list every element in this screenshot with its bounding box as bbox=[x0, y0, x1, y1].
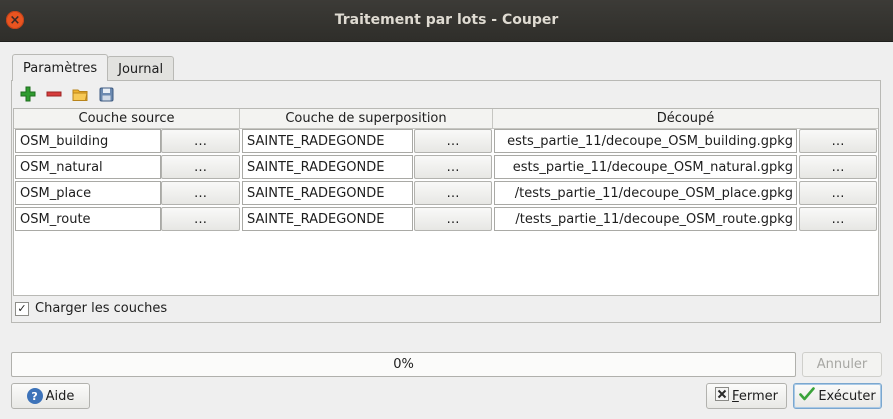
close-x-icon bbox=[715, 387, 730, 405]
help-button[interactable]: ? Aide bbox=[11, 383, 90, 409]
browse-output-button[interactable]: … bbox=[799, 155, 877, 179]
table-row: OSM_building … SAINTE_RADEGONDE … ests_p… bbox=[14, 129, 878, 155]
batch-toolbar bbox=[18, 85, 116, 103]
browse-overlay-button[interactable]: … bbox=[414, 155, 492, 179]
add-row-icon[interactable] bbox=[18, 85, 38, 103]
browse-output-button[interactable]: … bbox=[799, 181, 877, 205]
parameters-panel: Couche source Couche de superposition Dé… bbox=[11, 80, 881, 323]
output-path-text: ests_partie_11/decoupe_OSM_natural.gpkg bbox=[512, 159, 793, 175]
run-button[interactable]: Exécuter bbox=[793, 383, 882, 409]
output-path-text: /tests_partie_11/decoupe_OSM_route.gpkg bbox=[515, 211, 793, 227]
table-row: OSM_place … SAINTE_RADEGONDE … /tests_pa… bbox=[14, 181, 878, 207]
output-path-text: ests_partie_11/decoupe_OSM_building.gpkg bbox=[507, 133, 793, 149]
browse-source-button[interactable]: … bbox=[161, 181, 240, 205]
help-icon: ? bbox=[26, 388, 43, 404]
cancel-button-label: Annuler bbox=[816, 357, 868, 372]
close-button[interactable]: Fermer bbox=[706, 383, 787, 409]
tab-journal-label: Journal bbox=[118, 61, 164, 77]
output-path-field[interactable]: /tests_partie_11/decoupe_OSM_place.gpkg bbox=[494, 181, 797, 205]
output-path-text: /tests_partie_11/decoupe_OSM_place.gpkg bbox=[514, 185, 793, 201]
close-button-label: Fermer bbox=[732, 388, 778, 404]
tab-parametres[interactable]: Paramètres bbox=[12, 54, 109, 81]
overlay-layer-field[interactable]: SAINTE_RADEGONDE bbox=[242, 181, 413, 205]
load-layers-option[interactable]: ✓ Charger les couches bbox=[15, 301, 167, 316]
tab-parametres-label: Paramètres bbox=[23, 60, 98, 76]
table-row: OSM_natural … SAINTE_RADEGONDE … ests_pa… bbox=[14, 155, 878, 181]
load-layers-checkbox[interactable]: ✓ bbox=[15, 301, 29, 316]
help-button-label: Aide bbox=[45, 388, 75, 404]
dialog-window: × Traitement par lots - Couper Paramètre… bbox=[0, 0, 893, 419]
column-header-output[interactable]: Découpé bbox=[493, 109, 878, 128]
browse-source-button[interactable]: … bbox=[161, 207, 240, 231]
progress-bar: 0% bbox=[11, 352, 796, 377]
column-header-overlay[interactable]: Couche de superposition bbox=[240, 109, 493, 128]
table-header: Couche source Couche de superposition Dé… bbox=[14, 109, 878, 129]
checkmark-icon bbox=[799, 387, 816, 405]
save-icon[interactable] bbox=[96, 85, 116, 103]
browse-output-button[interactable]: … bbox=[799, 129, 877, 153]
source-layer-field[interactable]: OSM_natural bbox=[15, 155, 161, 179]
tab-bar: Paramètres Journal bbox=[12, 54, 175, 81]
remove-row-icon[interactable] bbox=[44, 85, 64, 103]
open-folder-icon[interactable] bbox=[70, 85, 90, 103]
browse-source-button[interactable]: … bbox=[161, 155, 240, 179]
source-layer-field[interactable]: OSM_place bbox=[15, 181, 161, 205]
output-path-field[interactable]: ests_partie_11/decoupe_OSM_building.gpkg bbox=[494, 129, 797, 153]
batch-table: Couche source Couche de superposition Dé… bbox=[13, 108, 879, 296]
browse-overlay-button[interactable]: … bbox=[414, 207, 492, 231]
load-layers-label: Charger les couches bbox=[35, 301, 168, 316]
overlay-layer-field[interactable]: SAINTE_RADEGONDE bbox=[242, 129, 413, 153]
column-header-source[interactable]: Couche source bbox=[14, 109, 240, 128]
window-title: Traitement par lots - Couper bbox=[334, 12, 559, 28]
output-path-field[interactable]: ests_partie_11/decoupe_OSM_natural.gpkg bbox=[494, 155, 797, 179]
overlay-layer-field[interactable]: SAINTE_RADEGONDE bbox=[242, 155, 413, 179]
tab-journal[interactable]: Journal bbox=[107, 56, 175, 81]
source-layer-field[interactable]: OSM_route bbox=[15, 207, 161, 231]
source-layer-field[interactable]: OSM_building bbox=[15, 129, 161, 153]
table-row: OSM_route … SAINTE_RADEGONDE … /tests_pa… bbox=[14, 207, 878, 233]
title-bar[interactable]: × Traitement par lots - Couper bbox=[0, 0, 893, 42]
run-button-label: Exécuter bbox=[818, 388, 876, 404]
browse-source-button[interactable]: … bbox=[161, 129, 240, 153]
browse-output-button[interactable]: … bbox=[799, 207, 877, 231]
progress-text: 0% bbox=[393, 357, 414, 372]
browse-overlay-button[interactable]: … bbox=[414, 129, 492, 153]
cancel-button[interactable]: Annuler bbox=[802, 352, 882, 377]
browse-overlay-button[interactable]: … bbox=[414, 181, 492, 205]
overlay-layer-field[interactable]: SAINTE_RADEGONDE bbox=[242, 207, 413, 231]
output-path-field[interactable]: /tests_partie_11/decoupe_OSM_route.gpkg bbox=[494, 207, 797, 231]
